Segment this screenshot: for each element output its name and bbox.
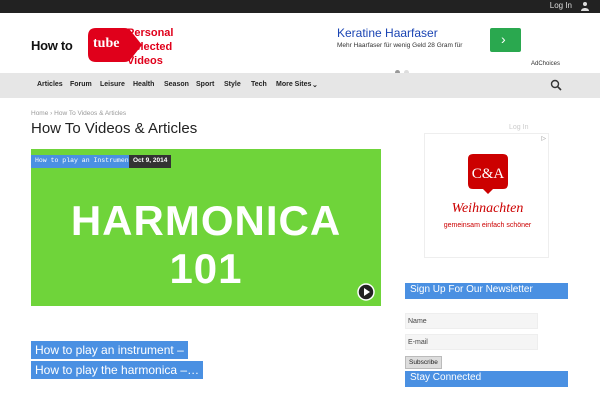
play-icon[interactable] <box>357 283 375 301</box>
logo-tagline: Personal Selected Videos <box>127 27 174 67</box>
feature-image-text: HARMONICA 101 <box>70 197 342 292</box>
ad-text: Mehr Haarfaser für wenig Geld 28 Gram fü… <box>337 42 463 49</box>
adchoices-label[interactable]: AdChoices <box>531 61 560 67</box>
page-title: How To Videos & Articles <box>31 120 198 137</box>
category-badge[interactable]: How to play an Instrument <box>31 155 137 168</box>
user-icon[interactable] <box>580 1 590 11</box>
nav-item-leisure[interactable]: Leisure <box>100 81 125 88</box>
ad-banner[interactable]: Keratine Haarfaser Mehr Haarfaser für we… <box>335 26 570 75</box>
featured-video[interactable]: How to play an Instrument Oct 9, 2014 HA… <box>31 149 381 306</box>
feature-caption[interactable]: How to play an instrument – How to play … <box>31 341 251 381</box>
email-field[interactable]: E-mail <box>405 334 538 350</box>
side-ad[interactable]: ▷ C&A Weihnachten gemeinsam einfach schö… <box>424 133 549 258</box>
ad-title[interactable]: Keratine Haarfaser <box>337 26 438 40</box>
site-logo[interactable]: How to tube Personal Selected Videos <box>31 26 191 67</box>
newsletter-title: Sign Up For Our Newsletter <box>405 283 568 299</box>
ca-logo-icon: C&A <box>468 154 508 194</box>
chevron-right-icon: › <box>501 31 506 47</box>
caption-line-1[interactable]: How to play an instrument – <box>31 341 188 359</box>
nav-item-forum[interactable]: Forum <box>70 81 92 88</box>
date-badge: Oct 9, 2014 <box>129 155 172 168</box>
nav-item-articles[interactable]: Articles <box>37 81 63 88</box>
adchoices-icon[interactable]: ▷ <box>541 135 546 142</box>
ad-arrow-button[interactable]: › <box>490 28 521 52</box>
chevron-down-icon: ⌄ <box>312 82 318 89</box>
search-icon[interactable] <box>550 79 562 91</box>
subscribe-button[interactable]: Subscribe <box>405 356 442 369</box>
side-ad-subline: gemeinsam einfach schöner <box>443 222 532 229</box>
logo-howto-text: How to <box>31 38 73 53</box>
caption-line-2[interactable]: How to play the harmonica –… <box>31 361 204 379</box>
breadcrumb-home[interactable]: Home <box>31 110 48 117</box>
top-bar: Log In <box>0 0 600 13</box>
breadcrumb: Home › How To Videos & Articles <box>31 110 126 117</box>
login-link-faint[interactable]: Log In <box>509 124 528 131</box>
nav-item-more-sites[interactable]: More Sites <box>276 81 311 88</box>
nav-item-style[interactable]: Style <box>224 81 241 88</box>
logo-tube-text: tube <box>93 36 120 51</box>
ca-logo-text: C&A <box>472 166 505 182</box>
stay-connected-title: Stay Connected <box>405 371 568 387</box>
site-header: How to tube Personal Selected Videos Ker… <box>0 13 600 75</box>
nav-item-sport[interactable]: Sport <box>196 81 214 88</box>
login-link[interactable]: Log In <box>550 1 572 10</box>
nav-item-health[interactable]: Health <box>133 81 154 88</box>
breadcrumb-current: How To Videos & Articles <box>54 110 127 117</box>
nav-item-tech[interactable]: Tech <box>251 81 267 88</box>
nav-item-season[interactable]: Season <box>164 81 189 88</box>
side-ad-headline: Weihnachten <box>451 201 524 216</box>
main-nav: Articles Forum Leisure Health Season Spo… <box>0 73 600 98</box>
name-field[interactable]: Name <box>405 313 538 329</box>
